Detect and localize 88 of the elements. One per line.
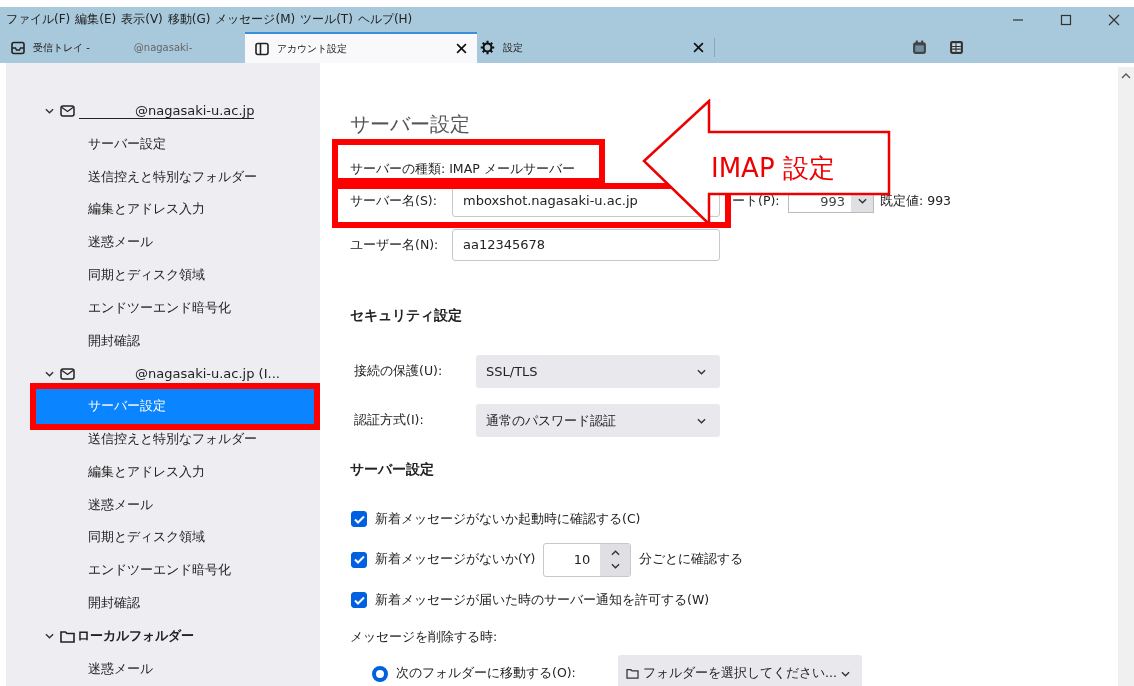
checkbox[interactable]	[351, 551, 367, 568]
callout-label: IMAP 設定	[711, 152, 835, 185]
section-title: セキュリティ設定	[350, 307, 463, 325]
envelope-icon	[60, 105, 75, 118]
field-label: ユーザー名(N):	[350, 236, 440, 254]
menu-item[interactable]: メッセージ(M)	[215, 11, 296, 28]
close-icon[interactable]	[456, 43, 467, 54]
tree-item[interactable]: 送信控えと特別なフォルダー	[34, 422, 314, 456]
chevron-down-icon	[857, 198, 867, 204]
tree-item[interactable]: 編集とアドレス入力	[34, 455, 314, 489]
tree-item[interactable]: 開封確認	[34, 324, 314, 358]
scrollbar[interactable]	[1118, 67, 1134, 686]
inbox-icon	[11, 40, 25, 55]
chevron-down-icon	[45, 370, 54, 377]
tree-item[interactable]: 送信控えと特別なフォルダー	[34, 160, 314, 194]
maximize-icon[interactable]	[1060, 13, 1072, 26]
tree-item[interactable]: 迷惑メール	[34, 652, 314, 686]
calendar-icon[interactable]	[912, 40, 927, 55]
tree-item[interactable]: 迷惑メール	[34, 488, 314, 522]
chevron-up-icon	[610, 550, 620, 557]
panel-icon	[255, 41, 269, 56]
tree-item[interactable]: @nagasaki-u.ac.jp	[6, 95, 320, 128]
tree-item[interactable]: エンドツーエンド暗号化	[34, 554, 314, 587]
tab-label: 設定	[503, 40, 523, 55]
gear-icon	[480, 40, 495, 55]
default-port-text: 既定値: 993	[880, 192, 952, 210]
tree-item[interactable]: 迷惑メール	[34, 226, 314, 259]
checkbox-label: 分ごとに確認する	[639, 551, 744, 569]
tree-item[interactable]: ローカルフォルダー	[6, 619, 320, 653]
check-icon	[353, 595, 365, 605]
number-field[interactable]: 10	[543, 542, 632, 577]
folder-icon	[626, 668, 639, 679]
tree-item[interactable]: @nagasaki-u.ac.jp (I...	[6, 357, 320, 391]
chevron-down-icon	[697, 417, 706, 424]
user-name-field[interactable]: aa12345678	[452, 229, 720, 261]
chevron-down-icon	[45, 108, 54, 115]
checkbox-label: 新着メッセージがないか起動時に確認する(C)	[375, 510, 641, 528]
field-label: 接続の保護(U):	[353, 363, 444, 380]
chevron-down-icon	[840, 670, 850, 677]
folder-dropdown[interactable]: フォルダーを選択してください...	[618, 654, 862, 686]
menu-item[interactable]: ツール(T)	[300, 11, 353, 28]
section-label: メッセージを削除する時:	[350, 628, 499, 646]
chevron-down-icon	[610, 563, 620, 570]
tree-item[interactable]: 開封確認	[34, 586, 314, 620]
task-list-icon[interactable]	[949, 40, 964, 55]
tree-item[interactable]: エンドツーエンド暗号化	[34, 291, 314, 325]
checkbox-label: 新着メッセージがないか(Y)	[375, 551, 536, 569]
dropdown[interactable]: 通常のパスワード認証	[476, 404, 720, 437]
close-icon[interactable]	[1108, 13, 1120, 26]
chevron-down-icon	[697, 368, 706, 375]
section-title: サーバー設定	[350, 461, 435, 479]
folder-icon	[60, 629, 75, 643]
chevron-down-icon	[45, 633, 54, 640]
menu-item[interactable]: ファイル(F)	[6, 11, 71, 28]
field-label: 認証方式(I):	[353, 412, 425, 429]
field-label: ート(P):	[732, 192, 781, 210]
account-name[interactable]: ローカルフォルダー	[77, 627, 194, 646]
radio-label: 次のフォルダーに移動する(O):	[396, 665, 577, 682]
tree-item[interactable]: サーバー設定	[36, 389, 314, 424]
menu-item[interactable]: ヘルプ(H)	[357, 11, 413, 28]
tab-label: 受信トレイ -	[33, 40, 90, 55]
scroll-up-icon[interactable]	[1121, 73, 1131, 79]
menu-item[interactable]: 移動(G)	[167, 11, 211, 28]
tree-item[interactable]: 同期とディスク領域	[34, 259, 314, 292]
tree-item[interactable]: 同期とディスク領域	[34, 521, 314, 555]
tab[interactable]: アカウント設定	[245, 32, 477, 63]
tab-label: アカウント設定	[277, 41, 347, 56]
check-icon	[353, 555, 365, 565]
tree-item[interactable]: 編集とアドレス入力	[34, 193, 314, 227]
server-type-text: サーバーの種類: IMAP メールサーバー	[350, 160, 575, 178]
field-label: サーバー名(S):	[350, 192, 438, 210]
checkbox[interactable]	[351, 592, 367, 609]
tree-item[interactable]: サーバー設定	[34, 127, 314, 161]
close-icon[interactable]	[693, 42, 704, 53]
radio-button[interactable]	[372, 665, 388, 682]
tab[interactable]: 受信トレイ - @nagasaki-	[8, 32, 245, 63]
envelope-icon	[60, 367, 75, 380]
tab[interactable]: 設定	[477, 32, 714, 63]
tab-label: @nagasaki-	[133, 42, 193, 53]
menu-item[interactable]: 表示(V)	[121, 11, 163, 28]
checkbox-label: 新着メッセージが届いた時のサーバー通知を許可する(W)	[375, 591, 710, 609]
dropdown[interactable]: SSL/TLS	[476, 355, 720, 388]
page-title: サーバー設定	[350, 111, 471, 138]
account-name[interactable]: @nagasaki-u.ac.jp (I...	[79, 366, 280, 382]
account-name[interactable]: @nagasaki-u.ac.jp	[79, 103, 255, 120]
menu-item[interactable]: 編集(E)	[75, 11, 117, 28]
check-icon	[353, 514, 365, 524]
checkbox[interactable]	[351, 511, 367, 528]
